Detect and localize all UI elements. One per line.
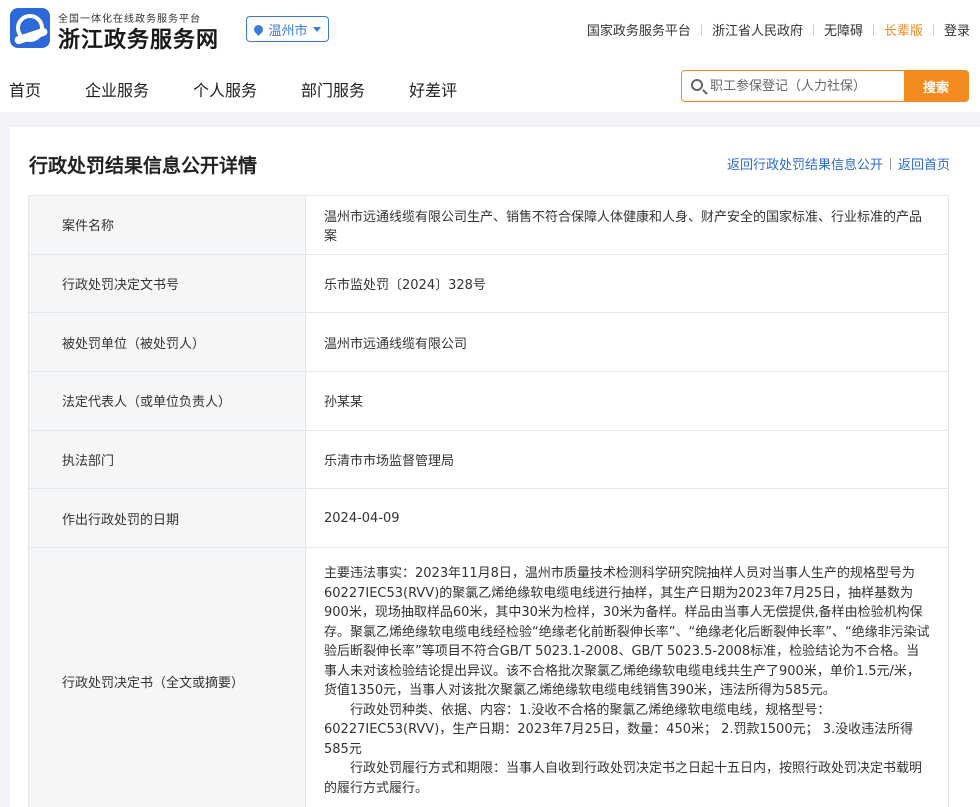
search-button[interactable]: 搜索 (904, 71, 968, 101)
row-value: 乐市监处罚〔2024〕328号 (305, 253, 949, 314)
row-label: 行政处罚决定书（全文或摘要） (28, 547, 306, 807)
decision-paragraph-facts: 主要违法事实：2023年11月8日，温州市质量技术检测科学研究院抽样人员对当事人… (324, 566, 930, 699)
row-label: 作出行政处罚的日期 (28, 488, 306, 549)
table-row: 行政处罚决定文书号 乐市监处罚〔2024〕328号 (28, 253, 949, 314)
divider (872, 23, 874, 36)
search-input[interactable] (710, 71, 900, 101)
table-row: 作出行政处罚的日期 2024-04-09 (28, 488, 949, 549)
decision-text: 主要违法事实：2023年11月8日，温州市质量技术检测科学研究院抽样人员对当事人… (305, 547, 949, 807)
row-value: 温州市远通线缆有限公司生产、销售不符合保障人体健康和人身、财产安全的国家标准、行… (305, 195, 949, 255)
caret-down-icon (312, 26, 321, 32)
back-to-list-link[interactable]: 返回行政处罚结果信息公开 (727, 154, 883, 173)
location-pin-icon (252, 22, 266, 36)
row-value: 乐清市市场监督管理局 (305, 429, 949, 490)
table-row: 案件名称 温州市远通线缆有限公司生产、销售不符合保障人体健康和人身、财产安全的国… (28, 195, 949, 255)
link-login[interactable]: 登录 (944, 20, 970, 39)
divider (889, 157, 891, 170)
back-links: 返回行政处罚结果信息公开 返回首页 (727, 154, 950, 173)
top-header: 全国一体化在线政务服务平台 浙江政务服务网 温州市 国家政务服务平台 浙江省人民… (0, 0, 980, 112)
city-selector[interactable]: 温州市 (246, 16, 329, 42)
row-label: 行政处罚决定文书号 (28, 253, 306, 314)
link-national-platform[interactable]: 国家政务服务平台 (587, 20, 691, 39)
detail-card: 行政处罚结果信息公开详情 返回行政处罚结果信息公开 返回首页 案件名称 温州市远… (10, 127, 980, 807)
top-links: 国家政务服务平台 浙江省人民政府 无障碍 长辈版 登录 (587, 20, 970, 39)
row-value: 温州市远通线缆有限公司 (305, 312, 949, 373)
nav-item-evaluation[interactable]: 好差评 (409, 77, 457, 101)
nav-item-personal[interactable]: 个人服务 (193, 77, 257, 101)
nav-item-department[interactable]: 部门服务 (301, 77, 365, 101)
row-label: 案件名称 (28, 195, 306, 255)
table-row-decision: 行政处罚决定书（全文或摘要） 主要违法事实：2023年11月8日，温州市质量技术… (28, 547, 949, 807)
table-row: 被处罚单位（被处罚人） 温州市远通线缆有限公司 (28, 312, 949, 373)
table-row: 执法部门 乐清市市场监督管理局 (28, 429, 949, 490)
decision-paragraph-penalty: 行政处罚种类、依据、内容：1.没收不合格的聚氯乙烯绝缘软电缆电线，规格型号：60… (324, 702, 914, 757)
search-box: 搜索 (681, 70, 969, 102)
link-provincial-government[interactable]: 浙江省人民政府 (712, 20, 803, 39)
detail-table: 案件名称 温州市远通线缆有限公司生产、销售不符合保障人体健康和人身、财产安全的国… (28, 195, 949, 807)
decision-paragraph-execution: 行政处罚履行方式和期限：当事人自收到行政处罚决定书之日起十五日内，按照行政处罚决… (324, 761, 923, 796)
divider (932, 23, 934, 36)
back-to-home-link[interactable]: 返回首页 (898, 154, 950, 173)
row-label: 被处罚单位（被处罚人） (28, 312, 306, 373)
divider (700, 23, 702, 36)
link-elder-version[interactable]: 长辈版 (884, 20, 923, 39)
site-name[interactable]: 浙江政务服务网 (58, 22, 219, 54)
nav-item-home[interactable]: 首页 (9, 77, 41, 101)
page-title: 行政处罚结果信息公开详情 (29, 155, 258, 177)
row-value: 孙某某 (305, 371, 949, 431)
table-row: 法定代表人（或单位负责人） 孙某某 (28, 371, 949, 431)
row-label: 法定代表人（或单位负责人） (28, 371, 306, 431)
row-value: 2024-04-09 (305, 488, 949, 549)
site-logo-icon[interactable] (10, 8, 50, 48)
nav-item-enterprise[interactable]: 企业服务 (85, 77, 149, 101)
city-label: 温州市 (268, 23, 308, 39)
divider (812, 23, 814, 36)
row-label: 执法部门 (28, 429, 306, 490)
main-nav: 首页 企业服务 个人服务 部门服务 好差评 (9, 77, 501, 101)
link-accessibility[interactable]: 无障碍 (824, 20, 863, 39)
search-icon (691, 79, 703, 91)
